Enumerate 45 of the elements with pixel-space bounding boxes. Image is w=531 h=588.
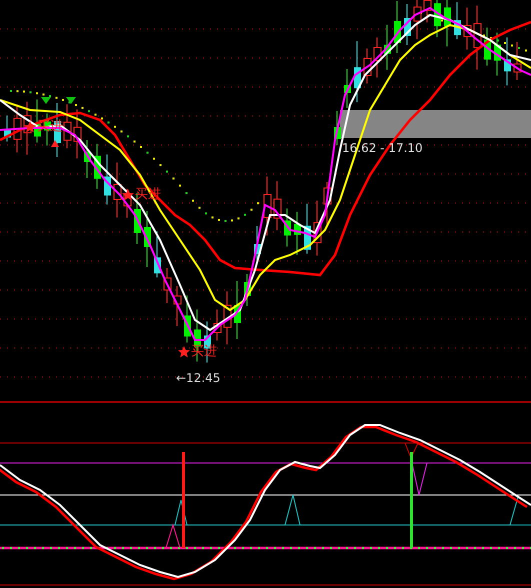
candlestick (474, 5, 482, 70)
low-price-label: ←12.45 (176, 371, 220, 385)
candlestick (484, 27, 491, 66)
candlestick (264, 176, 272, 236)
candlestick (4, 115, 11, 142)
candlestick (394, 0, 401, 54)
candlestick (224, 290, 232, 345)
candlestick (274, 180, 282, 231)
candlestick (284, 208, 291, 247)
candlestick (294, 211, 301, 256)
candlestick (144, 210, 151, 268)
candlestick (14, 104, 22, 153)
candlestick (334, 110, 341, 146)
candlestick (454, 2, 461, 40)
candlestick (74, 108, 82, 159)
candlestick (64, 104, 72, 149)
candlestick (84, 140, 91, 178)
candlestick (94, 143, 101, 190)
candlestick (304, 203, 311, 254)
candlestick (494, 32, 501, 76)
candlestick (114, 162, 122, 218)
candlestick (104, 154, 111, 205)
candlestick (314, 200, 322, 256)
candlestick (434, 0, 441, 38)
signal-label: 买进 (37, 120, 63, 134)
candlestick (374, 37, 382, 78)
candlestick (244, 274, 251, 306)
candlestick (234, 280, 241, 340)
triangle-icon (66, 97, 76, 104)
star-icon (24, 121, 36, 132)
candlestick (214, 309, 222, 341)
candlestick (514, 42, 522, 80)
candlestick (364, 48, 372, 84)
candlestick (174, 286, 182, 326)
candlestick (444, 0, 451, 47)
candlestick (464, 7, 472, 50)
candlestick (354, 40, 361, 103)
triangle-icon (51, 140, 59, 147)
star-icon (178, 346, 190, 358)
candlestick (384, 24, 391, 70)
candlestick (504, 36, 511, 86)
candlestick (344, 68, 351, 108)
triangle-icon (41, 97, 51, 104)
candlestick (164, 268, 172, 304)
star-icon (122, 189, 134, 200)
